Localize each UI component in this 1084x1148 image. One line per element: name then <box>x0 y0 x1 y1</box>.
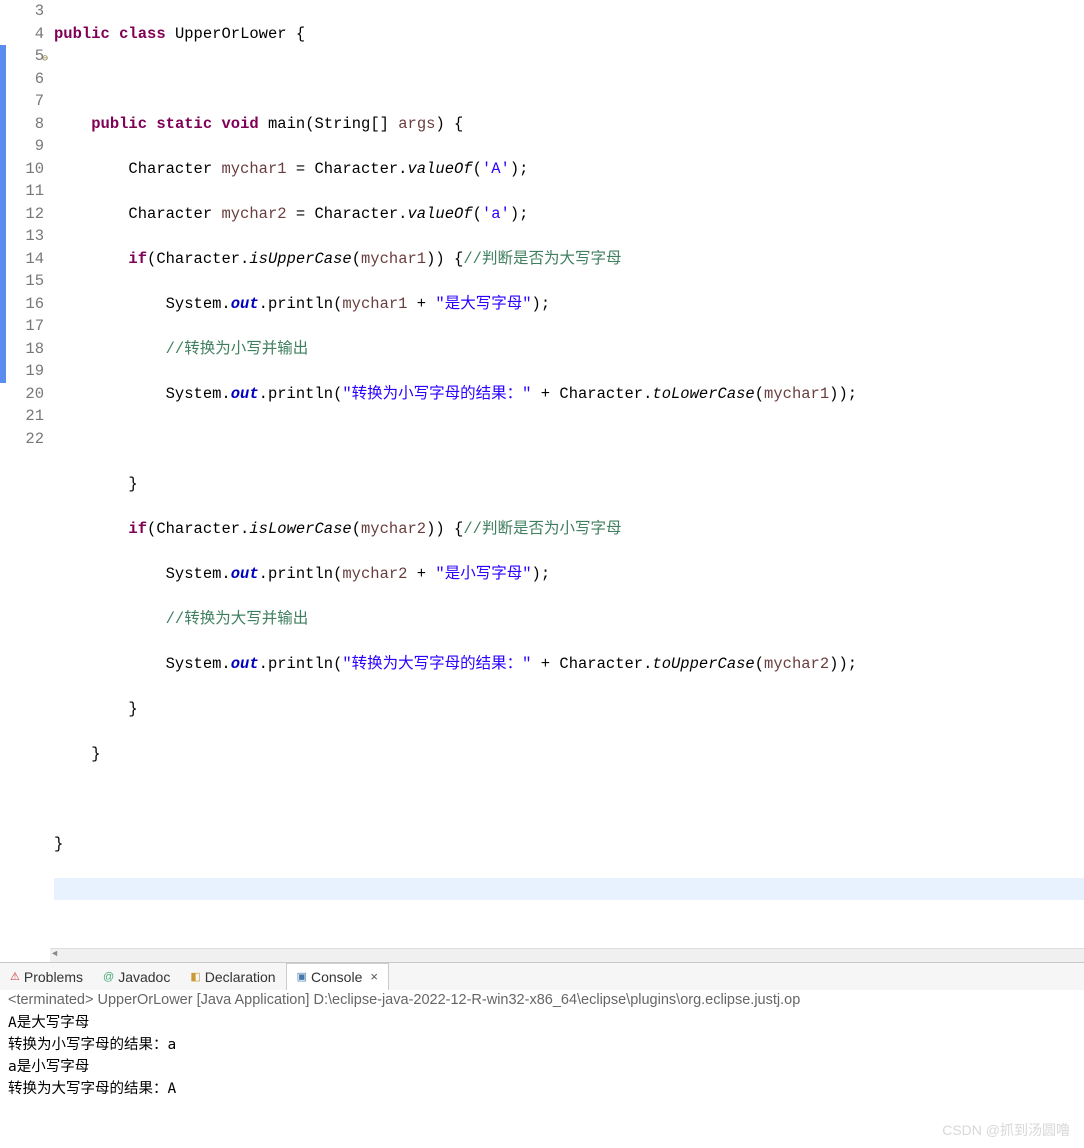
line-number: 9 <box>0 135 44 158</box>
watermark: CSDN @抓到汤圆噜 <box>942 1120 1070 1140</box>
line-number: 5⊖ <box>0 45 44 68</box>
line-number: 7 <box>0 90 44 113</box>
line-number-gutter: 3 4 5⊖ 6 7 8 9 10 11 12 13 14 15 16 17 1… <box>0 0 50 962</box>
tab-console[interactable]: ▣ Console × <box>286 963 389 990</box>
console-line: 转换为小写字母的结果：a <box>8 1034 1076 1056</box>
horizontal-scrollbar[interactable] <box>50 948 1084 962</box>
code-editor[interactable]: 3 4 5⊖ 6 7 8 9 10 11 12 13 14 15 16 17 1… <box>0 0 1084 962</box>
line-number: 18 <box>0 338 44 361</box>
line-number: 16 <box>0 293 44 316</box>
line-number: 12 <box>0 203 44 226</box>
problems-icon: ⚠ <box>10 970 20 983</box>
tab-label: Declaration <box>205 969 276 985</box>
console-line: a是小写字母 <box>8 1056 1076 1078</box>
line-number: 8 <box>0 113 44 136</box>
tab-label: Problems <box>24 969 83 985</box>
line-number: 22 <box>0 428 44 451</box>
line-number: 21 <box>0 405 44 428</box>
declaration-icon: ◧ <box>190 970 200 983</box>
tab-label: Javadoc <box>118 969 170 985</box>
tab-problems[interactable]: ⚠ Problems <box>0 963 93 990</box>
line-number: 10 <box>0 158 44 181</box>
line-number: 15 <box>0 270 44 293</box>
bottom-tabs-bar: ⚠ Problems @ Javadoc ◧ Declaration ▣ Con… <box>0 962 1084 990</box>
javadoc-icon: @ <box>103 971 114 983</box>
line-number: 4 <box>0 23 44 46</box>
line-number: 13 <box>0 225 44 248</box>
line-number: 14 <box>0 248 44 271</box>
tab-label: Console <box>311 969 362 985</box>
console-icon: ▣ <box>297 970 307 983</box>
line-number: 19 <box>0 360 44 383</box>
line-number: 20 <box>0 383 44 406</box>
line-number: 3 <box>0 0 44 23</box>
console-line: A是大写字母 <box>8 1012 1076 1034</box>
tab-declaration[interactable]: ◧ Declaration <box>180 963 285 990</box>
console-output[interactable]: A是大写字母 转换为小写字母的结果：a a是小写字母 转换为大写字母的结果：A <box>0 1010 1084 1102</box>
tab-javadoc[interactable]: @ Javadoc <box>93 963 180 990</box>
line-number: 6 <box>0 68 44 91</box>
code-area[interactable]: public class UpperOrLower { public stati… <box>50 0 1084 962</box>
close-icon[interactable]: × <box>370 969 378 984</box>
console-status: <terminated> UpperOrLower [Java Applicat… <box>0 990 1084 1010</box>
line-number: 11 <box>0 180 44 203</box>
console-line: 转换为大写字母的结果：A <box>8 1078 1076 1100</box>
line-number: 17 <box>0 315 44 338</box>
